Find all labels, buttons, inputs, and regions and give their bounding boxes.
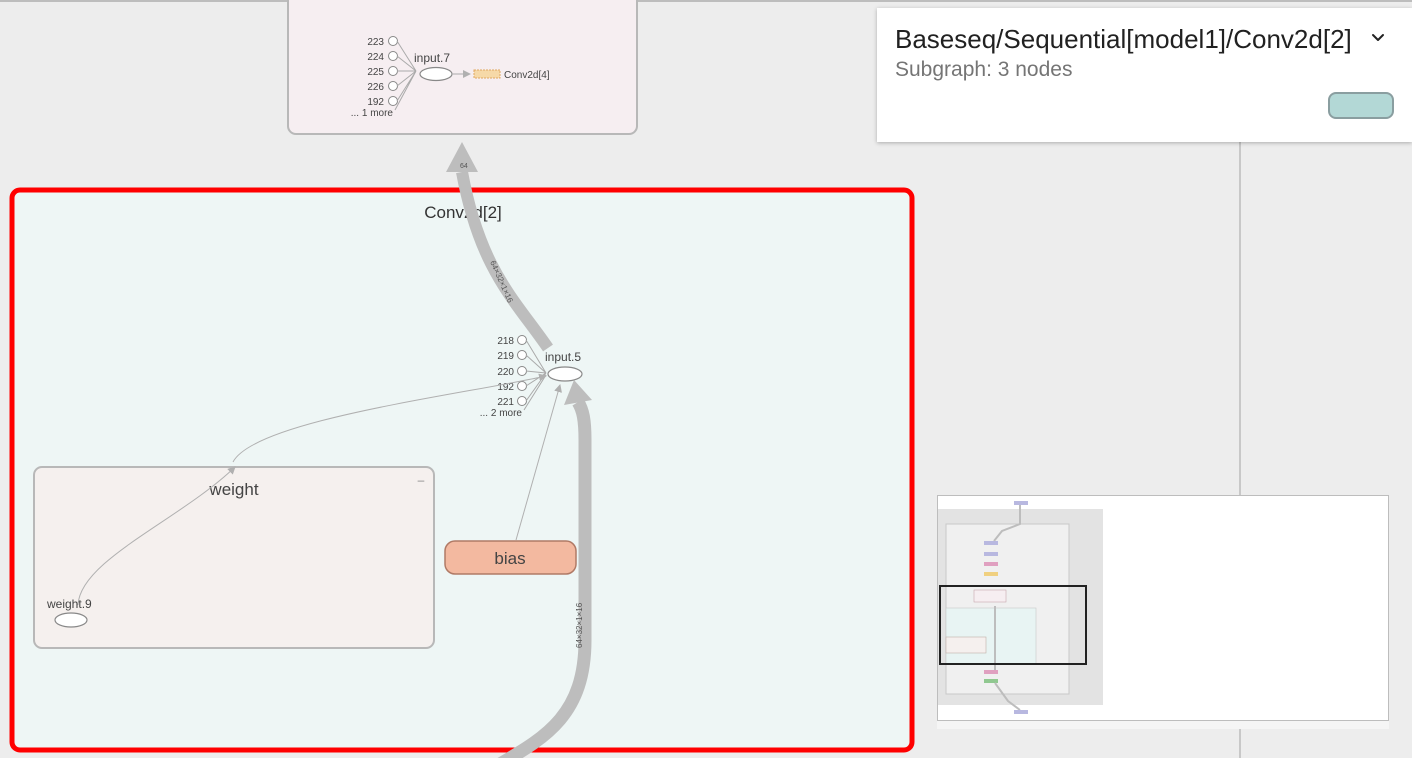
conv-input-label: 220 bbox=[497, 367, 514, 378]
weight9-node[interactable] bbox=[54, 612, 88, 628]
weight-group[interactable]: weight – weight.9 bbox=[33, 466, 435, 649]
conv-input-label: 221 bbox=[497, 397, 514, 408]
node-info-title: Baseseq/Sequential[model1]/Conv2d[2] bbox=[895, 24, 1352, 54]
minimap-footer bbox=[937, 721, 1389, 729]
conv-input-label: 218 bbox=[497, 336, 514, 347]
upper-input-label: 192 bbox=[367, 97, 384, 108]
node-info-card: Baseseq/Sequential[model1]/Conv2d[2] Sub… bbox=[877, 8, 1412, 142]
minimap-node bbox=[1014, 501, 1028, 505]
input5-node[interactable] bbox=[547, 366, 583, 382]
conv2d-4-node[interactable] bbox=[473, 69, 501, 79]
upper-op-node[interactable] bbox=[419, 66, 453, 82]
upper-input-label: 224 bbox=[367, 52, 384, 63]
output-edge-small-label: 64 bbox=[460, 163, 468, 170]
upper-input-label: 225 bbox=[367, 67, 384, 78]
input-edge-label: 64×32×1×16 bbox=[575, 602, 584, 648]
divider-line bbox=[1239, 142, 1241, 495]
upper-node-label: input.7 bbox=[414, 51, 450, 65]
node-color-swatch bbox=[1328, 92, 1394, 119]
conv2d-group-title: Conv2d[2] bbox=[424, 203, 502, 222]
chevron-down-icon[interactable] bbox=[1366, 26, 1390, 50]
upper-target-label: Conv2d[4] bbox=[504, 70, 550, 81]
minimap-canvas[interactable] bbox=[938, 496, 1389, 721]
minimap[interactable] bbox=[937, 495, 1389, 721]
conv-input-label: 219 bbox=[497, 351, 514, 362]
input5-label: input.5 bbox=[545, 350, 581, 364]
node-info-subtitle: Subgraph: 3 nodes bbox=[895, 58, 1073, 81]
conv-more-label: ... 2 more bbox=[480, 408, 523, 419]
bias-node[interactable]: bias bbox=[444, 540, 577, 575]
upper-input-label: 226 bbox=[367, 82, 384, 93]
weight-collapse-button[interactable]: – bbox=[418, 473, 425, 487]
upper-group[interactable]: 223 224 225 226 192 ... 1 more input.7 C… bbox=[287, 0, 638, 135]
bias-label: bias bbox=[494, 549, 525, 568]
upper-more-label: ... 1 more bbox=[351, 108, 394, 119]
upper-input-label: 223 bbox=[367, 37, 384, 48]
divider-line bbox=[1239, 729, 1241, 758]
weight-group-title: weight bbox=[208, 480, 258, 499]
weight9-label: weight.9 bbox=[46, 597, 92, 611]
